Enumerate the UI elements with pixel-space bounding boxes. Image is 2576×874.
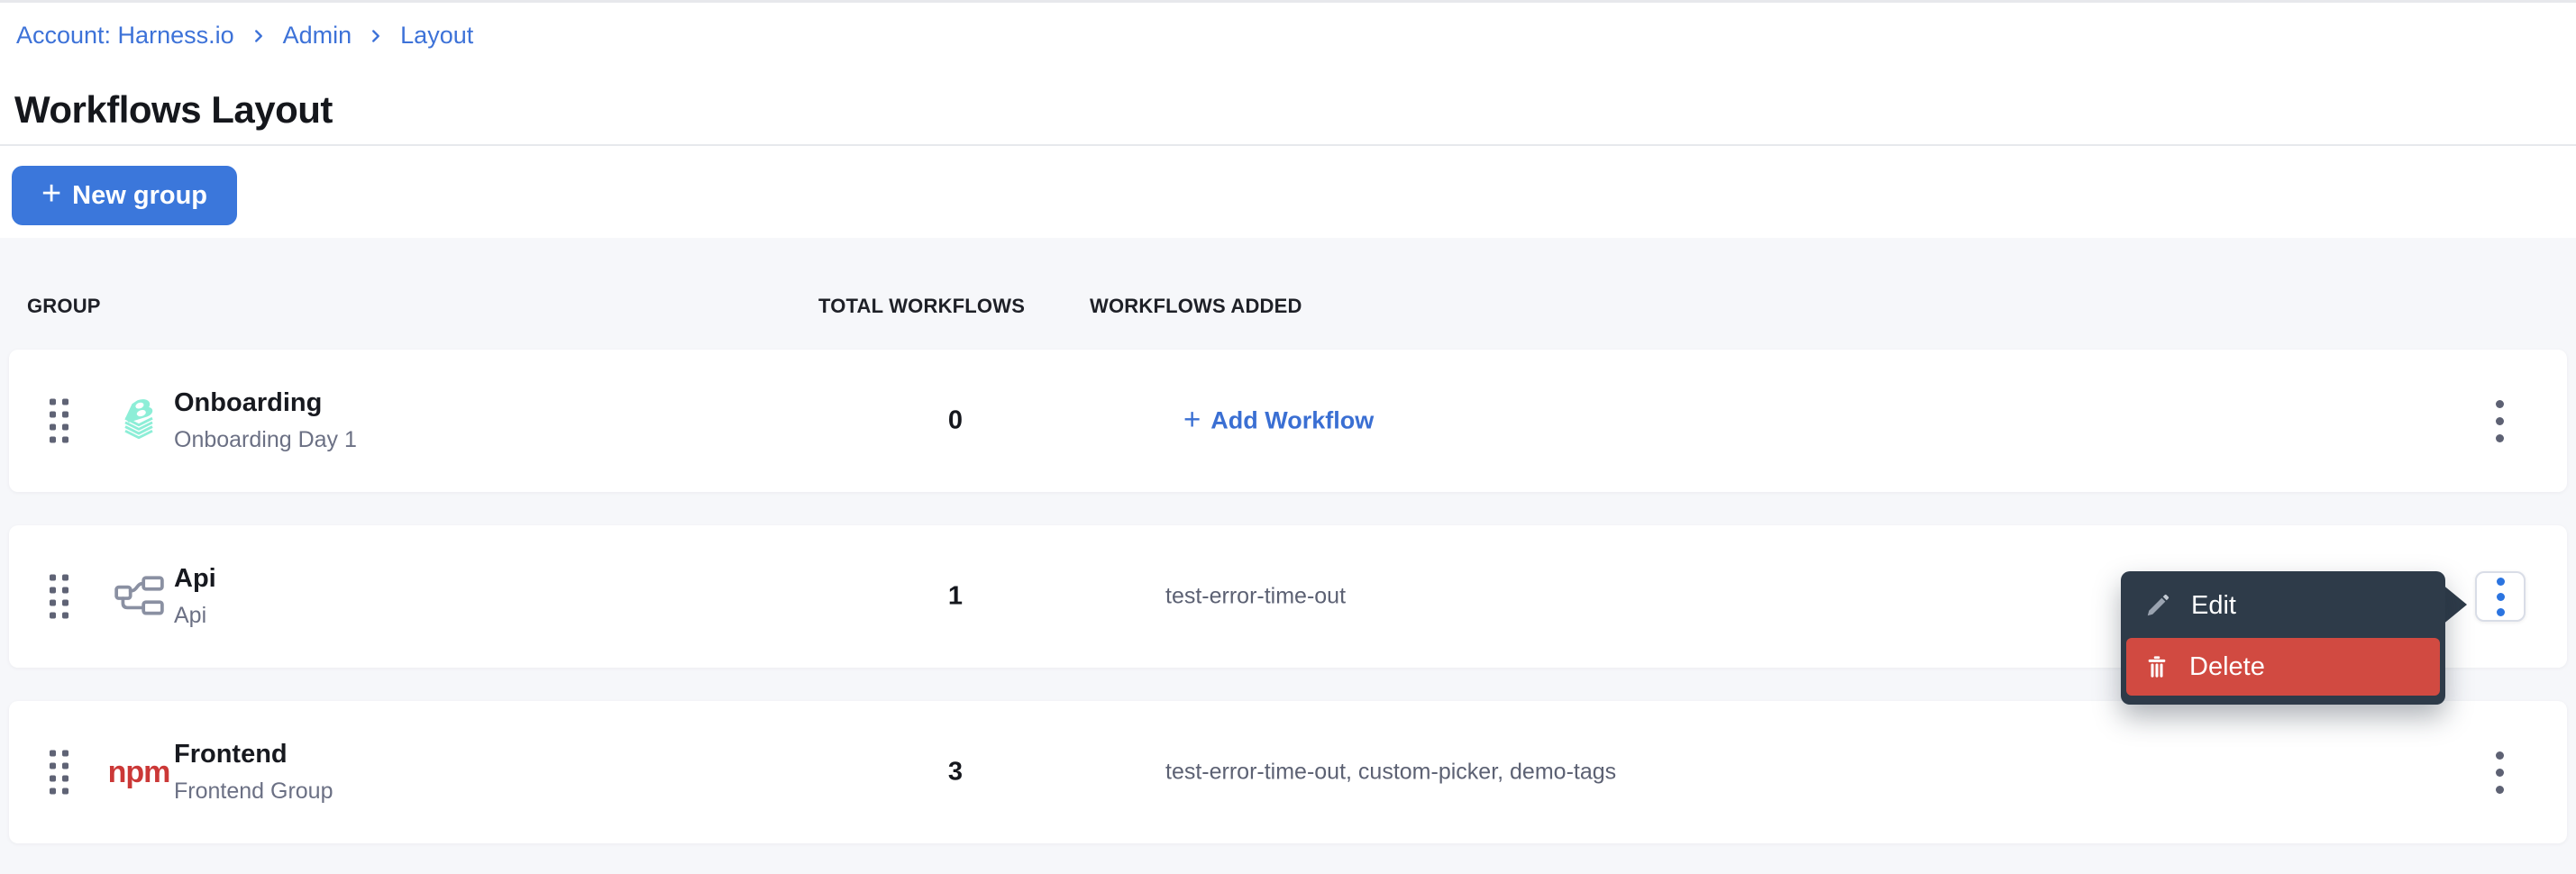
group-name: Frontend: [174, 740, 333, 769]
plus-icon: +: [41, 177, 61, 211]
add-workflow-link[interactable]: + Add Workflow: [1183, 405, 1374, 437]
group-description: Onboarding Day 1: [174, 427, 357, 453]
group-name: Onboarding: [174, 388, 357, 418]
add-workflow-label: Add Workflow: [1210, 407, 1374, 435]
breadcrumb-layout-link[interactable]: Layout: [400, 22, 473, 50]
row-menu-button[interactable]: [2479, 741, 2520, 804]
row-menu-button-active[interactable]: [2475, 571, 2526, 622]
workflows-added-list: test-error-time-out, custom-picker, demo…: [1165, 760, 1616, 786]
group-name-block: Onboarding Onboarding Day 1: [174, 388, 357, 453]
drag-handle[interactable]: [50, 575, 69, 619]
context-menu-arrow: [2442, 584, 2467, 625]
chevron-right-icon: [366, 26, 386, 46]
column-header-workflows-added: WORKFLOWS ADDED: [1090, 295, 1302, 318]
npm-logo-text: npm: [108, 755, 170, 790]
new-group-button-label: New group: [72, 181, 207, 211]
context-menu-item-edit[interactable]: Edit: [2126, 577, 2440, 634]
context-menu-item-label: Delete: [2189, 652, 2265, 682]
breadcrumb-admin-link[interactable]: Admin: [283, 22, 352, 50]
group-name-block: Api Api: [174, 564, 216, 629]
drag-handle[interactable]: [50, 751, 69, 795]
total-workflows-count: 0: [865, 406, 1046, 436]
row-context-menu: Edit Delete: [2121, 571, 2445, 705]
group-name-block: Frontend Frontend Group: [174, 740, 333, 805]
header-divider: [0, 144, 2576, 146]
breadcrumb-account-link[interactable]: Account: Harness.io: [16, 22, 234, 50]
pencil-icon: [2144, 592, 2171, 619]
plus-icon: +: [1183, 403, 1201, 437]
column-header-total-workflows: TOTAL WORKFLOWS: [818, 295, 1025, 318]
context-menu-item-delete[interactable]: Delete: [2126, 638, 2440, 696]
group-description: Frontend Group: [174, 778, 333, 805]
page-title: Workflows Layout: [14, 88, 333, 132]
table-row-onboarding: Onboarding Onboarding Day 1 0 + Add Work…: [9, 350, 2567, 492]
breadcrumb: Account: Harness.io Admin Layout: [16, 22, 473, 50]
npm-logo-icon: npm: [110, 743, 168, 801]
workflow-groups-table: GROUP TOTAL WORKFLOWS WORKFLOWS ADDED On…: [0, 238, 2576, 874]
workflow-tree-icon: [110, 568, 168, 625]
context-menu-item-label: Edit: [2191, 591, 2236, 621]
new-group-button[interactable]: + New group: [12, 166, 237, 225]
mint-stacked-layers-icon: [110, 392, 168, 450]
chevron-right-icon: [249, 26, 269, 46]
column-header-group: GROUP: [27, 295, 101, 318]
row-menu-button[interactable]: [2479, 389, 2520, 452]
trash-icon: [2144, 654, 2170, 679]
group-description: Api: [174, 603, 216, 629]
total-workflows-count: 1: [865, 582, 1046, 612]
drag-handle[interactable]: [50, 399, 69, 443]
group-name: Api: [174, 564, 216, 594]
total-workflows-count: 3: [865, 758, 1046, 788]
workflows-added-list: test-error-time-out: [1165, 584, 1346, 610]
table-row-frontend: npm Frontend Frontend Group 3 test-error…: [9, 701, 2567, 843]
top-divider: [0, 0, 2576, 3]
